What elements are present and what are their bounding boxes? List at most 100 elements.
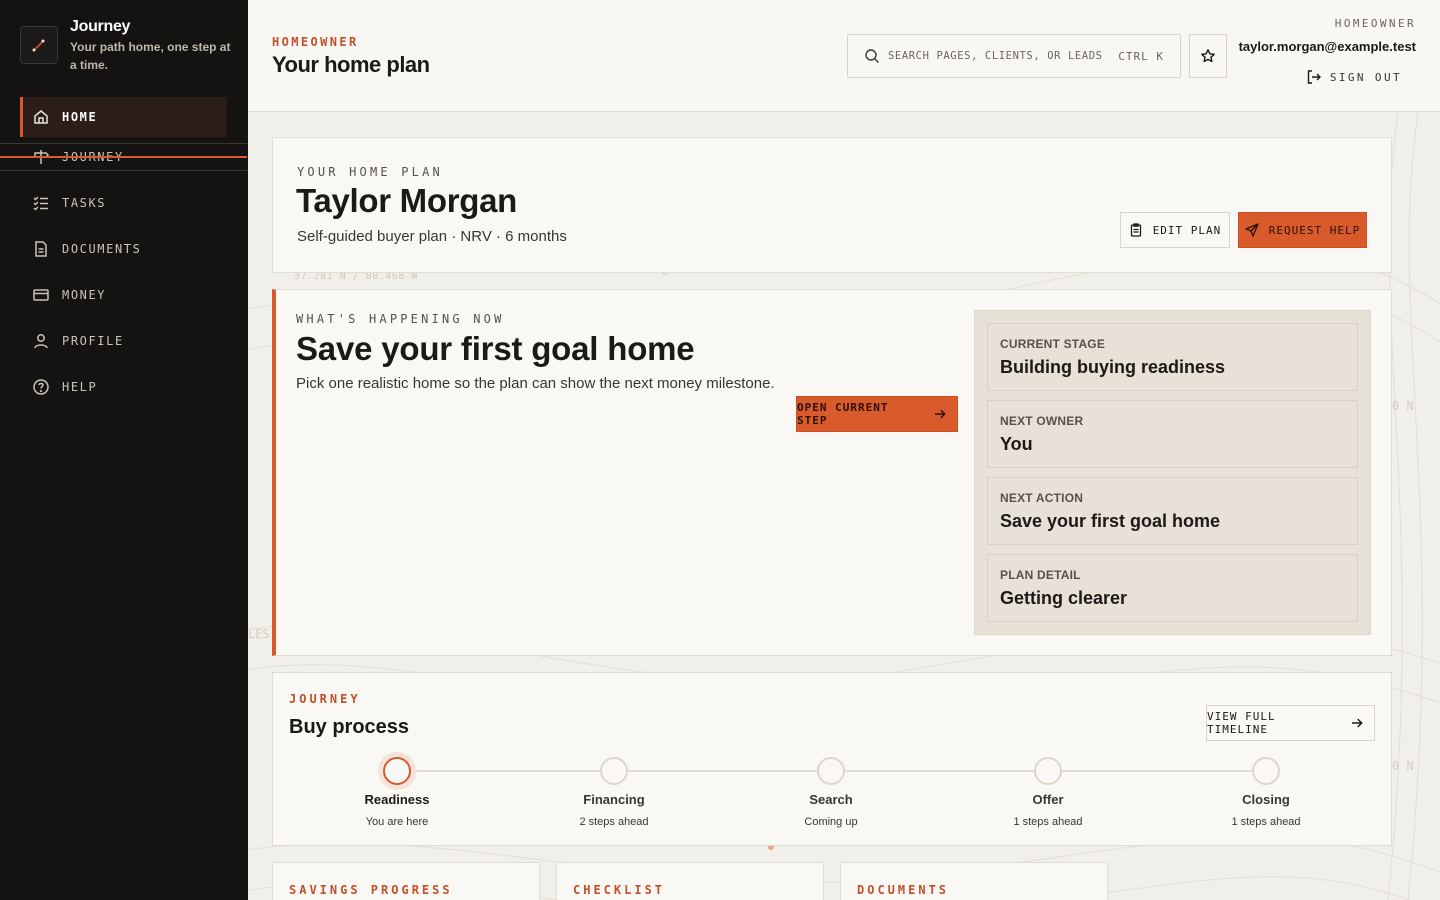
header-eyebrow: HOMEOWNER <box>272 35 359 49</box>
edit-plan-label: EDIT PLAN <box>1152 223 1222 237</box>
brand-logo[interactable] <box>20 26 58 64</box>
sidebar-item-home[interactable]: HOME <box>20 97 227 137</box>
sidebar-nav: HOME JOURNEY TASKS DOCUMENTS MONEY PROFI… <box>0 97 247 413</box>
search-placeholder: SEARCH PAGES, CLIENTS, OR LEADS <box>888 50 1103 62</box>
card-title: SAVINGS PROGRESS <box>289 883 453 897</box>
page-title: Your home plan <box>272 52 430 77</box>
step-name: Closing <box>1242 792 1290 807</box>
fact-value: You <box>1000 434 1033 454</box>
document-icon <box>32 240 50 258</box>
journey-title: Buy process <box>289 716 410 738</box>
journey-step-closing[interactable]: Closing 1 steps ahead <box>1186 757 1346 828</box>
sign-out-button[interactable]: SIGN OUT <box>1306 69 1402 85</box>
fact-label: NEXT ACTION <box>1000 491 1084 505</box>
request-help-button[interactable]: REQUEST HELP <box>1238 212 1367 248</box>
sidebar-item-label: HOME <box>62 110 98 124</box>
fact-current-stage: CURRENT STAGE Building buying readiness <box>987 323 1358 391</box>
map-label-n2: 0 N <box>1392 759 1414 773</box>
step-status: You are here <box>365 816 429 828</box>
brand-title: Journey <box>70 18 131 35</box>
sidebar-item-tasks[interactable]: TASKS <box>20 183 227 223</box>
map-label-les: LES <box>248 627 270 641</box>
logout-icon <box>1307 70 1321 84</box>
step-name: Search <box>809 792 853 807</box>
fact-value: Save your first goal home <box>1000 511 1221 531</box>
sidebar-item-label: TASKS <box>62 196 107 210</box>
client-name: Taylor Morgan <box>296 182 518 219</box>
step-status: 1 steps ahead <box>1013 816 1083 828</box>
favorites-button[interactable] <box>1189 34 1227 78</box>
step-status: 1 steps ahead <box>1231 816 1301 828</box>
user-icon <box>32 332 50 350</box>
fact-next-owner: NEXT OWNER You <box>987 400 1358 468</box>
plan-facts-panel: CURRENT STAGE Building buying readiness … <box>974 310 1371 635</box>
step-name: Readiness <box>364 792 430 807</box>
fact-next-action: NEXT ACTION Save your first goal home <box>987 477 1358 545</box>
step-marker <box>1252 757 1280 785</box>
brand-subtitle: Your path home, one step at a time. <box>70 40 231 72</box>
documents-card: DOCUMENTS <box>840 862 1108 900</box>
sidebar: Journey Your path home, one step at a ti… <box>0 0 248 900</box>
now-eyebrow: WHAT'S HAPPENING NOW <box>296 312 505 326</box>
journey-step-offer[interactable]: Offer 1 steps ahead <box>968 757 1128 828</box>
journey-eyebrow: JOURNEY <box>289 692 361 706</box>
checklist-card: CHECKLIST <box>556 862 824 900</box>
savings-progress-card: SAVINGS PROGRESS <box>272 862 540 900</box>
step-status: Coming up <box>804 816 858 828</box>
step-marker <box>600 757 628 785</box>
search-input[interactable]: SEARCH PAGES, CLIENTS, OR LEADS CTRL K <box>847 34 1181 78</box>
sidebar-item-label: DOCUMENTS <box>62 242 142 256</box>
journey-card: JOURNEY Buy process VIEW FULL TIMELINE R… <box>272 672 1392 846</box>
edit-plan-button[interactable]: EDIT PLAN <box>1120 212 1230 248</box>
user-email: taylor.morgan@example.test <box>1238 39 1416 54</box>
sidebar-item-money[interactable]: MONEY <box>20 275 227 315</box>
sidebar-item-help[interactable]: HELP <box>20 367 227 407</box>
star-icon <box>1201 49 1215 63</box>
sidebar-item-journey[interactable]: JOURNEY <box>0 143 247 171</box>
open-current-step-button[interactable]: OPEN CURRENT STEP <box>796 396 958 432</box>
current-step-card: WHAT'S HAPPENING NOW Save your first goa… <box>272 289 1392 656</box>
view-full-timeline-label: VIEW FULL TIMELINE <box>1207 710 1276 736</box>
sidebar-item-profile[interactable]: PROFILE <box>20 321 227 361</box>
sign-out-label: SIGN OUT <box>1329 70 1402 84</box>
plan-meta: Self-guided buyer plan · NRV · 6 months <box>297 228 567 245</box>
clipboard-icon <box>1130 223 1141 237</box>
user-role: HOMEOWNER <box>1334 17 1416 30</box>
checklist-icon <box>32 194 50 212</box>
arrow-right-icon <box>1352 718 1364 728</box>
step-marker <box>383 757 411 785</box>
fact-label: NEXT OWNER <box>1000 414 1084 428</box>
search-shortcut: CTRL K <box>1118 49 1164 63</box>
fact-value: Building buying readiness <box>1000 357 1226 377</box>
fact-label: PLAN DETAIL <box>1000 568 1081 582</box>
map-label-n1: 0 N <box>1392 399 1414 413</box>
journey-step-readiness[interactable]: Readiness You are here <box>317 757 477 828</box>
journey-step-financing[interactable]: Financing 2 steps ahead <box>534 757 694 828</box>
current-step-description: Pick one realistic home so the plan can … <box>296 375 775 392</box>
step-name: Financing <box>583 792 645 807</box>
route-icon <box>32 39 45 52</box>
journey-step-search[interactable]: Search Coming up <box>751 757 911 828</box>
sidebar-item-documents[interactable]: DOCUMENTS <box>20 229 227 269</box>
send-icon <box>1245 223 1259 237</box>
help-circle-icon <box>32 378 50 396</box>
signpost-icon <box>32 148 50 166</box>
search-icon <box>865 49 879 63</box>
sidebar-item-label: HELP <box>62 380 98 394</box>
current-step-title: Save your first goal home <box>296 330 695 367</box>
request-help-label: REQUEST HELP <box>1268 223 1361 237</box>
credit-card-icon <box>32 286 50 304</box>
fact-label: CURRENT STAGE <box>1000 337 1106 351</box>
fact-value: Getting clearer <box>1000 588 1128 608</box>
plan-card: YOUR HOME PLAN Taylor Morgan Self-guided… <box>272 137 1392 273</box>
step-name: Offer <box>1032 792 1064 807</box>
card-title: DOCUMENTS <box>857 883 950 897</box>
card-title: CHECKLIST <box>573 883 666 897</box>
sidebar-item-label: PROFILE <box>62 334 124 348</box>
top-header: HOMEOWNER Your home plan SEARCH PAGES, C… <box>248 0 1440 112</box>
fact-plan-detail: PLAN DETAIL Getting clearer <box>987 554 1358 622</box>
arrow-right-icon <box>935 409 947 419</box>
step-marker <box>1034 757 1062 785</box>
view-full-timeline-button[interactable]: VIEW FULL TIMELINE <box>1206 705 1375 741</box>
home-icon <box>32 108 50 126</box>
